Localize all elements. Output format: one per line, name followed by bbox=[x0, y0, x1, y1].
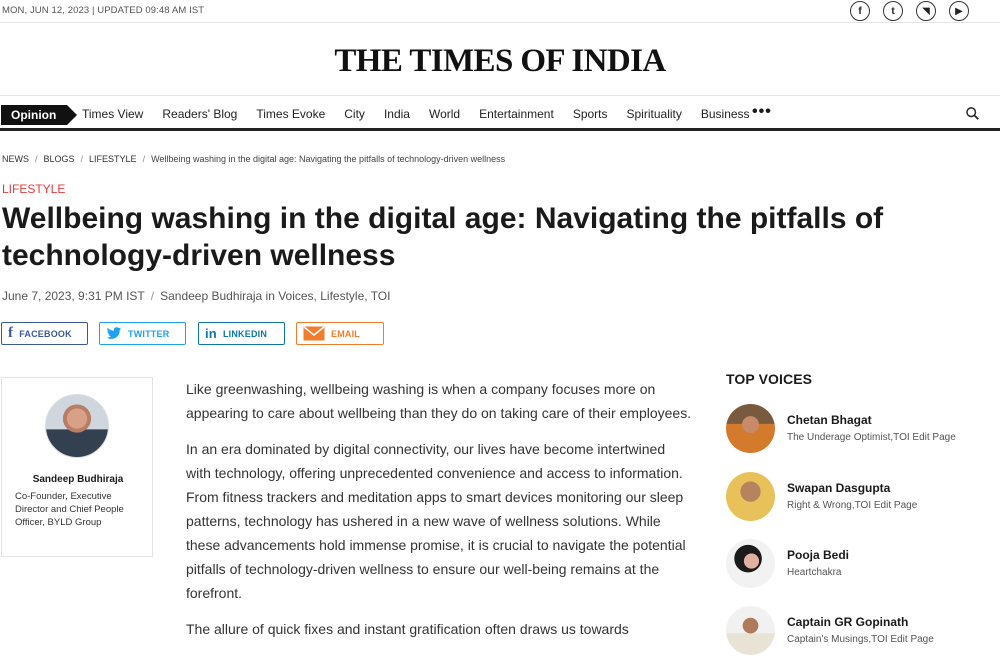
voice-column: Right & Wrong,TOI Edit Page bbox=[787, 500, 918, 511]
author-avatar[interactable] bbox=[45, 394, 109, 458]
article-byline: June 7, 2023, 9:31 PM IST / Sandeep Budhir… bbox=[2, 289, 390, 303]
nav-item-city[interactable]: City bbox=[344, 107, 365, 121]
breadcrumb-separator: / bbox=[142, 154, 146, 164]
email-icon bbox=[303, 326, 325, 341]
voice-item[interactable]: Chetan Bhagat The Underage Optimist,TOI … bbox=[726, 404, 1000, 454]
voice-name[interactable]: Chetan Bhagat bbox=[787, 413, 872, 427]
voice-item[interactable]: Pooja Bedi Heartchakra bbox=[726, 539, 1000, 589]
share-linkedin-button[interactable]: in LINKEDIN bbox=[198, 322, 285, 345]
nav-item-readers-blog[interactable]: Readers' Blog bbox=[162, 107, 237, 121]
share-linkedin-label: LINKEDIN bbox=[222, 328, 268, 339]
voice-item[interactable]: Captain GR Gopinath Captain's Musings,TO… bbox=[726, 606, 1000, 656]
article-headline: Wellbeing washing in the digital age: Na… bbox=[2, 202, 884, 272]
breadcrumb-separator: / bbox=[80, 154, 84, 164]
voice-avatar[interactable] bbox=[726, 539, 775, 588]
nav-item-times-evoke[interactable]: Times Evoke bbox=[256, 107, 325, 121]
author-name[interactable]: Sandeep Budhiraja bbox=[2, 474, 154, 485]
top-voices-title: TOP VOICES bbox=[726, 371, 813, 387]
top-strip: MON, JUN 12, 2023 | UPDATED 09:48 AM IST… bbox=[0, 0, 1000, 23]
nav-item-entertainment[interactable]: Entertainment bbox=[479, 107, 554, 121]
breadcrumb-news[interactable]: NEWS bbox=[2, 154, 29, 164]
header-social-links: f t ◥ ▶ bbox=[850, 1, 969, 21]
voice-name[interactable]: Captain GR Gopinath bbox=[787, 615, 908, 629]
linkedin-icon: in bbox=[205, 326, 217, 341]
breadcrumb-current: Wellbeing washing in the digital age: Na… bbox=[151, 154, 506, 164]
breadcrumb-separator: / bbox=[35, 154, 38, 164]
site-logo[interactable]: THE TIMES OF INDIA bbox=[0, 43, 1000, 80]
rss-icon[interactable]: ◥ bbox=[916, 1, 936, 21]
nav-item-spirituality[interactable]: Spirituality bbox=[627, 107, 682, 121]
breadcrumb-lifestyle[interactable]: LIFESTYLE bbox=[89, 154, 137, 164]
more-menu-icon[interactable]: ••• bbox=[752, 103, 772, 121]
byline-separator: / bbox=[150, 289, 155, 303]
section-label[interactable]: LIFESTYLE bbox=[2, 182, 65, 196]
article-paragraph: In an era dominated by digital connectiv… bbox=[186, 441, 686, 601]
main-nav: Opinion Times View Readers' Blog Times E… bbox=[0, 97, 1000, 131]
nav-items: Times View Readers' Blog Times Evoke Cit… bbox=[82, 107, 769, 121]
publish-date: June 7, 2023, 9:31 PM IST bbox=[2, 289, 145, 303]
twitter-icon[interactable]: t bbox=[883, 1, 903, 21]
author-card: Sandeep Budhiraja Co-Founder, Executive … bbox=[1, 377, 153, 557]
share-facebook-label: FACEBOOK bbox=[19, 328, 72, 339]
share-twitter-button[interactable]: TWITTER bbox=[99, 322, 186, 345]
nav-item-india[interactable]: India bbox=[384, 107, 410, 121]
breadcrumb-blogs[interactable]: BLOGS bbox=[44, 154, 75, 164]
nav-item-sports[interactable]: Sports bbox=[573, 107, 608, 121]
voice-name[interactable]: Swapan Dasgupta bbox=[787, 481, 890, 495]
article-paragraph: The allure of quick fixes and instant gr… bbox=[186, 621, 629, 637]
author-role: Co-Founder, Executive Director and Chief… bbox=[15, 491, 124, 528]
share-twitter-label: TWITTER bbox=[128, 328, 170, 339]
article-body: Like greenwashing, wellbeing washing is … bbox=[186, 377, 692, 653]
voice-avatar[interactable] bbox=[726, 404, 775, 453]
voice-column: The Underage Optimist,TOI Edit Page bbox=[787, 432, 956, 443]
voice-column: Heartchakra bbox=[787, 567, 842, 578]
author-byline[interactable]: Sandeep Budhiraja in Voices, Lifestyle, … bbox=[160, 289, 390, 303]
masthead: THE TIMES OF INDIA bbox=[0, 24, 1000, 96]
voice-avatar[interactable] bbox=[726, 606, 775, 655]
voice-avatar[interactable] bbox=[726, 472, 775, 521]
search-icon[interactable] bbox=[966, 107, 979, 120]
voice-name[interactable]: Pooja Bedi bbox=[787, 548, 849, 562]
facebook-icon: f bbox=[8, 325, 14, 341]
share-email-label: EMAIL bbox=[331, 328, 360, 339]
voice-column: Captain's Musings,TOI Edit Page bbox=[787, 634, 934, 645]
voice-item[interactable]: Swapan Dasgupta Right & Wrong,TOI Edit P… bbox=[726, 472, 1000, 522]
date-stamp: MON, JUN 12, 2023 | UPDATED 09:48 AM IST bbox=[2, 5, 205, 16]
share-facebook-button[interactable]: f FACEBOOK bbox=[1, 322, 88, 345]
youtube-icon[interactable]: ▶ bbox=[949, 1, 969, 21]
facebook-icon[interactable]: f bbox=[850, 1, 870, 21]
share-email-button[interactable]: EMAIL bbox=[296, 322, 384, 345]
article-paragraph: Like greenwashing, wellbeing washing is … bbox=[186, 381, 692, 421]
nav-item-times-view[interactable]: Times View bbox=[82, 107, 143, 121]
nav-item-business[interactable]: Business bbox=[701, 107, 750, 121]
twitter-icon bbox=[106, 327, 122, 340]
nav-item-world[interactable]: World bbox=[429, 107, 460, 121]
breadcrumb: NEWS / BLOGS / LIFESTYLE / Wellbeing was… bbox=[2, 154, 505, 164]
nav-opinion-tab[interactable]: Opinion bbox=[1, 105, 78, 125]
